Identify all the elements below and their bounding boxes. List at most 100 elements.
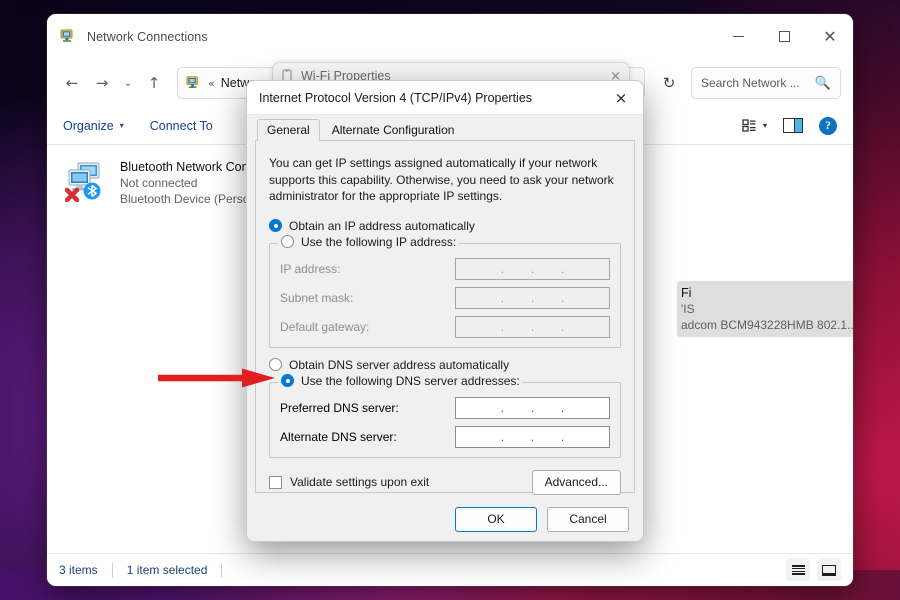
connect-to-button[interactable]: Connect To <box>150 119 213 133</box>
dot-separator: . <box>500 319 505 334</box>
connection-device: Bluetooth Device (Persor <box>120 192 254 206</box>
obtain-dns-automatically-option[interactable]: Obtain DNS server address automatically <box>269 358 621 372</box>
divider <box>111 562 113 578</box>
obtain-ip-automatically-option[interactable]: Obtain an IP address automatically <box>269 219 621 233</box>
checkbox[interactable] <box>269 475 282 489</box>
command-bar-right: ▾ ? <box>742 116 837 135</box>
preferred-dns-input[interactable]: . . . <box>455 396 610 419</box>
dot-separator: . <box>560 319 565 334</box>
maximize-icon <box>778 31 790 42</box>
radio-button[interactable] <box>281 235 294 248</box>
window-title: Network Connections <box>87 29 208 44</box>
help-icon[interactable]: ? <box>819 116 837 135</box>
details-view-button[interactable] <box>786 559 810 581</box>
subnet-mask-row: Subnet mask: . . . <box>280 286 610 309</box>
dialog-body: You can get IP settings assigned automat… <box>255 141 635 495</box>
list-item[interactable]: Fi 'IS adcom BCM943228HMB 802.1... <box>677 281 853 337</box>
dot-separator: . <box>530 290 535 305</box>
use-following-ip-option[interactable]: Use the following IP address: <box>278 234 460 249</box>
cancel-button[interactable]: Cancel <box>547 506 629 532</box>
refresh-icon: ↻ <box>662 74 676 92</box>
connection-name: Fi <box>681 286 692 300</box>
dot-separator: . <box>530 319 535 334</box>
use-following-ip-label: Use the following IP address: <box>301 234 457 249</box>
search-box[interactable]: Search Network ... 🔍 <box>691 67 841 99</box>
organize-label: Organize <box>63 118 114 133</box>
search-icon: 🔍 <box>814 75 831 91</box>
subnet-mask-label: Subnet mask: <box>280 290 354 305</box>
ok-button[interactable]: OK <box>455 506 537 532</box>
large-icons-view-icon <box>822 564 836 576</box>
close-dialog-button[interactable]: × <box>605 82 637 114</box>
breadcrumb-overflow-chevron[interactable]: « <box>208 77 215 90</box>
dot-separator: . <box>560 400 565 415</box>
minimize-icon <box>732 36 744 37</box>
selection-count: 1 item selected <box>126 563 208 577</box>
dot-separator: . <box>500 290 505 305</box>
connect-to-label: Connect To <box>149 118 213 133</box>
list-item-text: Bluetooth Network Conr Not connected Blu… <box>120 160 253 206</box>
default-gateway-input[interactable]: . . . <box>455 315 610 338</box>
obtain-dns-automatically-label: Obtain DNS server address automatically <box>289 357 510 372</box>
radio-button[interactable] <box>281 374 294 387</box>
dot-separator: . <box>560 290 565 305</box>
radio-button[interactable] <box>269 219 282 232</box>
ipv4-properties-dialog: Internet Protocol Version 4 (TCP/IPv4) P… <box>246 80 644 542</box>
dialog-titlebar[interactable]: Internet Protocol Version 4 (TCP/IPv4) P… <box>247 81 643 115</box>
subnet-mask-input[interactable]: . . . <box>455 286 610 309</box>
tab-general[interactable]: General <box>257 119 320 141</box>
item-count: 3 items <box>59 563 98 577</box>
dialog-bottom-row: Validate settings upon exit Advanced... <box>269 469 621 495</box>
connection-status: Not connected <box>120 176 198 190</box>
dot-separator: . <box>560 429 565 444</box>
network-adapter-icon <box>64 160 109 203</box>
validate-settings-option[interactable]: Validate settings upon exit <box>269 475 429 489</box>
obtain-ip-automatically-label: Obtain an IP address automatically <box>289 218 475 233</box>
dialog-footer: OK Cancel <box>247 497 643 541</box>
preview-pane-icon[interactable] <box>783 118 803 133</box>
ip-address-row: IP address: . . . <box>280 257 610 280</box>
alternate-dns-input[interactable]: . . . <box>455 425 610 448</box>
view-options-icon <box>742 118 757 133</box>
window-titlebar[interactable]: Network Connections ✕ <box>47 14 853 59</box>
close-window-button[interactable]: ✕ <box>807 14 853 59</box>
details-view-icon <box>791 565 805 575</box>
organize-menu-button[interactable]: Organize ▾ <box>63 119 124 133</box>
tab-alternate-configuration[interactable]: Alternate Configuration <box>322 119 465 141</box>
chevron-down-icon: ▾ <box>762 121 767 130</box>
dot-separator: . <box>530 400 535 415</box>
use-following-dns-label: Use the following DNS server addresses: <box>301 373 520 388</box>
advanced-button[interactable]: Advanced... <box>531 469 621 495</box>
forward-arrow-icon: → <box>95 74 109 92</box>
connection-name: Bluetooth Network Conr <box>120 160 253 174</box>
status-bar: 3 items 1 item selected <box>47 553 853 586</box>
chevron-down-icon: ⌄ <box>123 77 133 89</box>
up-arrow-icon: ↑ <box>147 74 161 92</box>
dot-separator: . <box>560 261 565 276</box>
ip-address-label: IP address: <box>280 261 341 276</box>
dot-separator: . <box>530 429 535 444</box>
refresh-button[interactable]: ↻ <box>653 67 685 99</box>
window-controls: ✕ <box>715 14 853 59</box>
recent-locations-button[interactable]: ⌄ <box>117 68 139 98</box>
search-input[interactable]: Search Network ... <box>701 76 800 90</box>
ip-address-input[interactable]: . . . <box>455 257 610 280</box>
default-gateway-label: Default gateway: <box>280 319 370 334</box>
annotation-arrow <box>158 367 276 389</box>
list-item-text: Fi 'IS adcom BCM943228HMB 802.1... <box>681 286 853 332</box>
dot-separator: . <box>500 400 505 415</box>
minimize-button[interactable] <box>715 14 761 59</box>
dot-separator: . <box>500 261 505 276</box>
back-button[interactable]: ← <box>57 68 87 98</box>
use-following-dns-option[interactable]: Use the following DNS server addresses: <box>278 373 523 388</box>
connection-device: adcom BCM943228HMB 802.1... <box>681 318 853 332</box>
up-button[interactable]: ↑ <box>139 68 169 98</box>
network-connections-icon <box>60 28 77 45</box>
dialog-description: You can get IP settings assigned automat… <box>269 156 614 203</box>
forward-button[interactable]: → <box>87 68 117 98</box>
validate-settings-label: Validate settings upon exit <box>290 475 430 489</box>
maximize-button[interactable] <box>761 14 807 59</box>
view-options-button[interactable]: ▾ <box>742 118 767 133</box>
manual-ip-group: Use the following IP address: IP address… <box>269 234 621 348</box>
large-icons-view-button[interactable] <box>817 559 841 581</box>
